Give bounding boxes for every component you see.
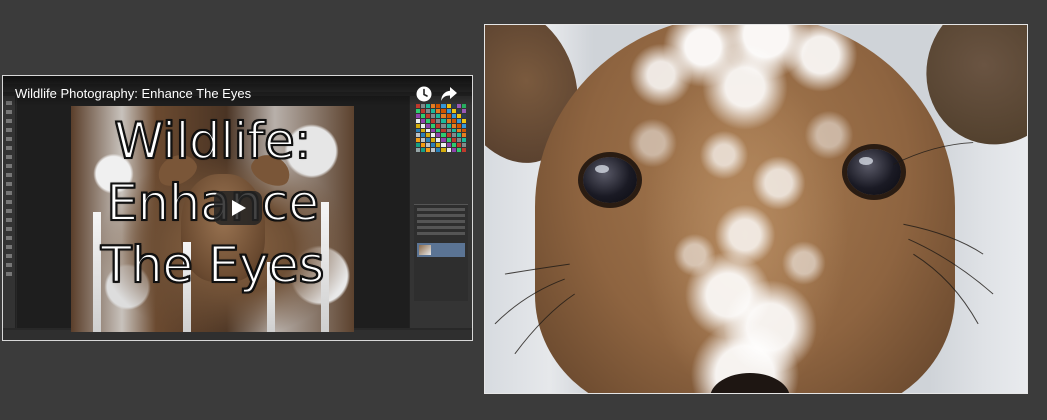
photoshop-toolbar (3, 96, 16, 328)
deer-whiskers (494, 142, 994, 355)
thumbnail-text-line-3: The Eyes (100, 235, 325, 295)
video-title[interactable]: Wildlife Photography: Enhance The Eyes (15, 86, 251, 101)
play-button[interactable] (214, 191, 262, 225)
video-thumbnail-text: Wildlife: Enhance The Eyes (71, 106, 354, 332)
play-icon (232, 200, 246, 216)
thumbnail-text-line-1: Wildlife: (113, 111, 312, 171)
layer-thumbnail (419, 245, 431, 255)
share-arrow-icon[interactable] (440, 86, 458, 102)
photoshop-panels (409, 96, 472, 328)
layers-panel (414, 204, 468, 301)
swatches-panel (416, 104, 466, 152)
deer-photo (484, 24, 1028, 394)
video-embed[interactable]: Wildlife: Enhance The Eyes Wildlife Phot… (2, 75, 473, 341)
clock-icon[interactable] (416, 86, 432, 102)
thumbnail-text-line-2: Enhance (105, 173, 320, 233)
